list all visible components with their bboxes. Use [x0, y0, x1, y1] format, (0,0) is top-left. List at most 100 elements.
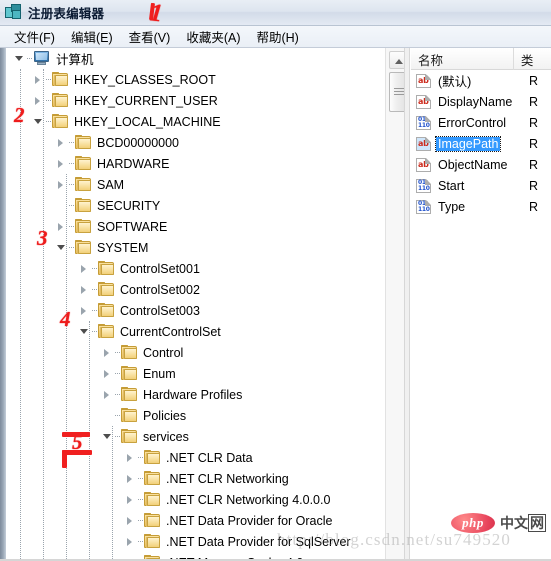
value-name: ObjectName — [438, 157, 508, 172]
folder-icon — [121, 345, 138, 360]
string-value-icon: ab — [416, 157, 431, 172]
tree-item-label: HKEY_CLASSES_ROOT — [74, 72, 216, 87]
folder-icon — [75, 135, 92, 150]
expand-arrow-icon[interactable] — [124, 510, 138, 531]
folder-icon — [144, 450, 161, 465]
string-value-icon: ab — [416, 136, 431, 151]
tree-item-label: ControlSet002 — [120, 282, 200, 297]
value-row[interactable]: 011 110 Type R — [411, 196, 551, 217]
expand-arrow-icon[interactable] — [78, 258, 92, 279]
string-value-icon: ab — [416, 94, 431, 109]
tree-item-label: ControlSet001 — [120, 261, 200, 276]
registry-editor-icon — [5, 4, 22, 21]
menu-item-help[interactable]: 帮助(H) — [250, 26, 308, 47]
column-header-name[interactable]: 名称 — [411, 48, 514, 70]
expand-arrow-icon[interactable] — [55, 153, 69, 174]
expand-arrow-icon[interactable] — [78, 279, 92, 300]
tree-item-label: HKEY_CURRENT_USER — [74, 93, 218, 108]
column-header-type[interactable]: 类 — [514, 48, 551, 70]
tree-guide-line — [66, 174, 67, 561]
tree-item-label: .NET CLR Networking — [166, 471, 289, 486]
value-name: (默认) — [438, 75, 472, 89]
menu-item-favorites[interactable]: 收藏夹(A) — [180, 26, 250, 47]
window-left-edge — [0, 48, 9, 561]
tree-item[interactable]: BCD00000000 — [9, 132, 385, 153]
expand-arrow-icon[interactable] — [101, 384, 115, 405]
tree-item[interactable]: HKEY_CLASSES_ROOT — [9, 69, 385, 90]
value-row[interactable]: ab ObjectName R — [411, 154, 551, 175]
value-type: R — [529, 178, 539, 193]
folder-icon — [98, 303, 115, 318]
folder-icon — [75, 156, 92, 171]
string-value-icon: ab — [416, 73, 431, 88]
menu-item-view[interactable]: 查看(V) — [123, 26, 181, 47]
registry-tree[interactable]: 计算机 HKEY_CLASSES_ROOT HKEY_CURRENT_USER HKE… — [9, 48, 385, 561]
folder-icon — [121, 366, 138, 381]
expand-arrow-icon[interactable] — [78, 300, 92, 321]
tree-guide-line — [20, 69, 21, 561]
tree-item-label: .NET CLR Data — [166, 450, 253, 465]
value-type: R — [529, 136, 539, 151]
value-row[interactable]: 011 110 ErrorControl R — [411, 112, 551, 133]
expand-arrow-icon[interactable] — [124, 447, 138, 468]
expand-arrow-icon[interactable] — [55, 132, 69, 153]
tree-item-label: Control — [143, 345, 184, 360]
tree-item-label: Policies — [143, 408, 187, 423]
tree-item[interactable]: HARDWARE — [9, 153, 385, 174]
tree-item[interactable]: 计算机 — [9, 48, 385, 69]
collapse-arrow-icon[interactable] — [13, 48, 27, 69]
binary-value-icon: 011 110 — [416, 115, 431, 130]
value-row[interactable]: 011 110 Start R — [411, 175, 551, 196]
folder-icon — [98, 261, 115, 276]
tree-item-label: SYSTEM — [97, 240, 149, 255]
tree-guide-line — [112, 426, 113, 561]
value-name: DisplayName — [438, 94, 513, 109]
value-row[interactable]: ab DisplayName R — [411, 91, 551, 112]
value-name: ImagePath — [434, 135, 502, 152]
folder-icon — [75, 198, 92, 213]
folder-icon — [121, 408, 138, 423]
value-name: Type — [438, 199, 466, 214]
tree-item-label: services — [143, 429, 189, 444]
registry-editor-window: 注册表编辑器 文件(F) 编辑(E) 查看(V) 收藏夹(A) 帮助(H) 计算… — [0, 0, 551, 561]
expand-arrow-icon[interactable] — [124, 489, 138, 510]
folder-icon — [75, 240, 92, 255]
tree-item-label: SAM — [97, 177, 125, 192]
tree-item-label: ControlSet003 — [120, 303, 200, 318]
main-body: 计算机 HKEY_CLASSES_ROOT HKEY_CURRENT_USER HKE… — [0, 48, 551, 561]
value-name: Start — [438, 178, 465, 193]
binary-value-icon: 011 110 — [416, 178, 431, 193]
tree-item-label: Enum — [143, 366, 176, 381]
values-pane: 名称 类 ab (默认) Rab DisplayName R 011 110 ErrorCon… — [411, 48, 551, 561]
window-title: 注册表编辑器 — [28, 7, 105, 21]
value-row[interactable]: ab ImagePath R — [411, 133, 551, 154]
expand-arrow-icon[interactable] — [101, 342, 115, 363]
menu-item-edit[interactable]: 编辑(E) — [65, 26, 123, 47]
value-type: R — [529, 94, 539, 109]
value-row[interactable]: ab (默认) R — [411, 70, 551, 91]
tree-pane: 计算机 HKEY_CLASSES_ROOT HKEY_CURRENT_USER HKE… — [0, 48, 410, 561]
tree-item[interactable]: HKEY_CURRENT_USER — [9, 90, 385, 111]
tree-item-label: CurrentControlSet — [120, 324, 221, 339]
folder-icon — [75, 219, 92, 234]
expand-arrow-icon[interactable] — [101, 363, 115, 384]
tree-guide-line — [43, 69, 44, 561]
tree-item[interactable]: HKEY_LOCAL_MACHINE — [9, 111, 385, 132]
menu-item-file[interactable]: 文件(F) — [8, 26, 65, 47]
values-list[interactable]: ab (默认) Rab DisplayName R 011 110 ErrorControl R… — [411, 70, 551, 217]
value-type: R — [529, 73, 539, 88]
folder-icon — [121, 429, 138, 444]
folder-icon — [52, 72, 69, 87]
folder-icon — [144, 513, 161, 528]
value-type: R — [529, 157, 539, 172]
tree-item-label: .NET CLR Networking 4.0.0.0 — [166, 492, 331, 507]
tree-item-label: HKEY_LOCAL_MACHINE — [74, 114, 221, 129]
tree-item-label: SECURITY — [97, 198, 161, 213]
pane-splitter[interactable] — [404, 48, 410, 561]
value-type: R — [529, 115, 539, 130]
expand-arrow-icon[interactable] — [124, 468, 138, 489]
tree-item-label: HARDWARE — [97, 156, 170, 171]
expand-arrow-icon[interactable] — [124, 531, 138, 552]
value-name: ErrorControl — [438, 115, 507, 130]
